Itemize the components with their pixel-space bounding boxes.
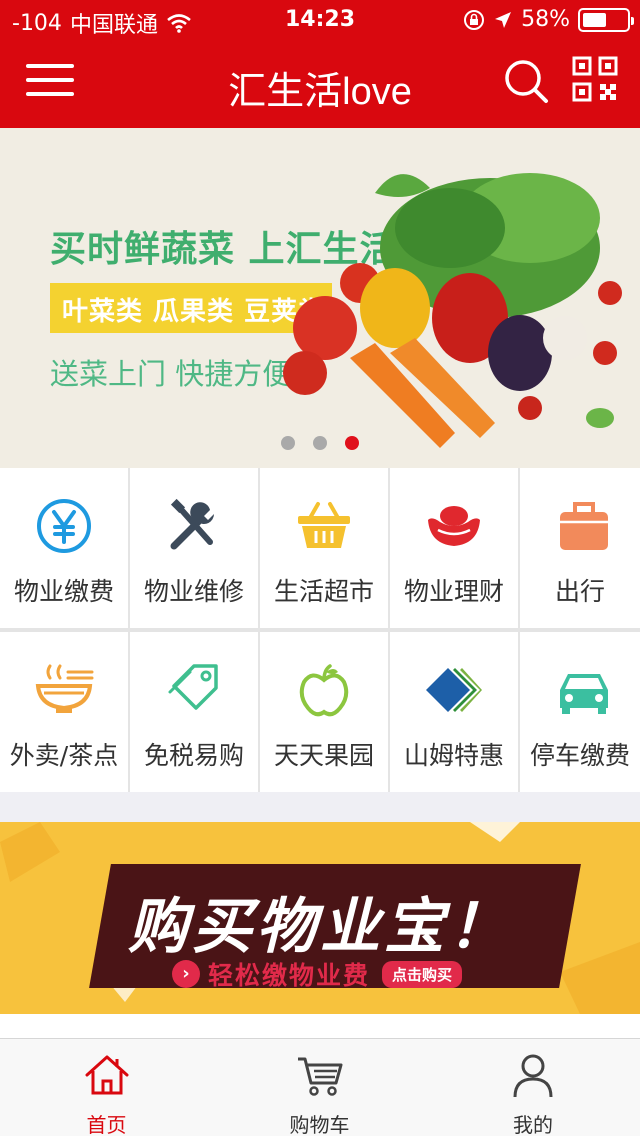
property-bao-banner[interactable]: 购买物业宝！ › 轻松缴物业费 点击购买 — [0, 822, 640, 1014]
service-label: 生活超市 — [273, 577, 374, 606]
rotation-lock-icon — [464, 9, 485, 30]
promo-title: 购买物业宝！ — [128, 892, 512, 962]
service-label: 山姆特惠 — [403, 741, 504, 770]
tab-bar: 首页 购物车 我的 — [0, 1038, 640, 1136]
service-label: 免税易购 — [143, 741, 244, 770]
section-divider — [0, 792, 640, 822]
play-arrow-icon: › — [172, 960, 200, 988]
service-property-repair[interactable]: 物业维修 — [130, 468, 258, 628]
service-label: 天天果园 — [273, 741, 374, 770]
service-label: 外卖/茶点 — [9, 741, 119, 770]
basket-icon — [298, 502, 350, 548]
service-parking[interactable]: 停车缴费 — [520, 632, 640, 792]
app-header: 汇生活love — [0, 40, 640, 128]
carousel-dot-active[interactable] — [345, 436, 359, 450]
car-icon — [560, 674, 608, 714]
carousel-indicator[interactable] — [0, 436, 640, 450]
apple-icon — [299, 664, 349, 717]
user-icon — [513, 1054, 553, 1098]
noodle-bowl-icon — [35, 664, 94, 713]
buy-now-button[interactable]: 点击购买 — [382, 960, 463, 988]
yuan-icon — [37, 499, 91, 553]
service-label: 物业维修 — [143, 577, 244, 606]
banner-subline: 送菜上门 快捷方便 — [50, 357, 292, 391]
tab-label: 我的 — [513, 1113, 553, 1136]
service-duty-free[interactable]: 免税易购 — [130, 632, 258, 792]
tags-icon — [168, 664, 218, 710]
qr-code-icon[interactable] — [572, 56, 618, 102]
promo-subline: › 轻松缴物业费 点击购买 — [172, 956, 463, 992]
service-travel[interactable]: 出行 — [520, 468, 640, 628]
top-bar: -104 中国联通 14:23 58% 汇生活love — [0, 0, 640, 128]
search-icon[interactable] — [503, 58, 549, 104]
location-arrow-icon — [495, 11, 512, 28]
service-property-fee[interactable]: 物业缴费 — [0, 468, 128, 628]
vegetables-image — [283, 173, 622, 448]
service-label: 物业理财 — [403, 577, 504, 606]
service-label: 物业缴费 — [13, 577, 114, 606]
tab-cart[interactable]: 购物车 — [213, 1039, 426, 1136]
sams-club-icon — [426, 668, 482, 712]
service-label: 出行 — [554, 577, 605, 606]
service-supermarket[interactable]: 生活超市 — [260, 468, 388, 628]
service-label: 停车缴费 — [529, 741, 630, 770]
cart-icon — [298, 1057, 343, 1096]
battery-icon — [578, 7, 634, 32]
content-continuation — [0, 1014, 640, 1038]
service-sams-club[interactable]: 山姆特惠 — [390, 632, 518, 792]
gold-ingot-icon — [428, 506, 480, 546]
tab-label: 首页 — [86, 1113, 127, 1136]
tab-label: 购物车 — [289, 1113, 350, 1136]
promo-subtitle: 轻松缴物业费 — [208, 961, 371, 990]
status-right: 58% — [463, 7, 634, 32]
carousel-dot[interactable] — [281, 436, 295, 450]
promo-banner-carousel[interactable]: 买时鲜蔬菜 上汇生活 叶菜类 瓜果类 豆荚类 送菜上门 快捷方便 — [0, 128, 640, 468]
home-icon — [85, 1055, 129, 1095]
app-screen: -104 中国联通 14:23 58% 汇生活love 买时鲜蔬菜 上汇生活 叶… — [0, 0, 640, 1136]
service-grid: 物业缴费 物业维修 生活超市 物业理财 出行 外卖/茶点 免税易购 天天果园 山… — [0, 468, 640, 792]
carousel-dot[interactable] — [313, 436, 327, 450]
battery-percent: 58% — [521, 7, 570, 32]
tools-icon — [170, 498, 214, 550]
suitcase-icon — [560, 502, 608, 550]
status-bar: -104 中国联通 14:23 58% — [0, 0, 640, 40]
tab-mine[interactable]: 我的 — [426, 1039, 640, 1136]
service-finance[interactable]: 物业理财 — [390, 468, 518, 628]
service-takeout[interactable]: 外卖/茶点 — [0, 632, 128, 792]
tab-home[interactable]: 首页 — [0, 1039, 213, 1136]
service-orchard[interactable]: 天天果园 — [260, 632, 388, 792]
battery-fill — [583, 12, 606, 27]
